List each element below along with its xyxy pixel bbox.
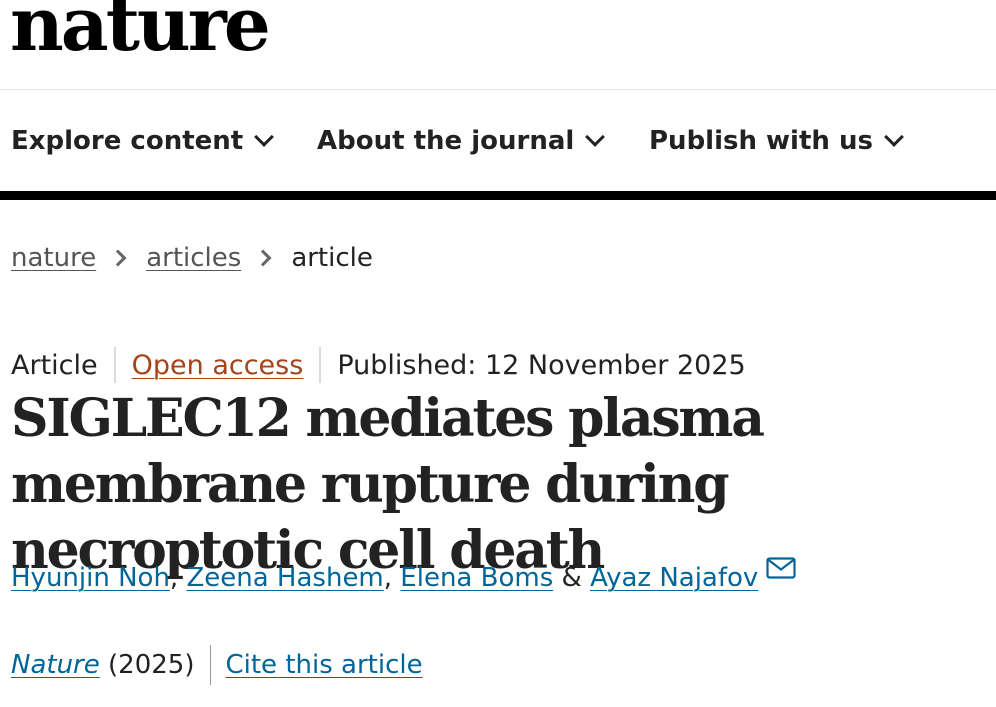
meta-divider bbox=[113, 347, 116, 383]
nav-explore-content-label: Explore content bbox=[11, 126, 244, 156]
journal-link[interactable]: Nature bbox=[11, 650, 100, 680]
article-type: Article bbox=[11, 349, 98, 381]
article-title: SIGLEC12 mediates plasma membrane ruptur… bbox=[11, 388, 765, 581]
site-header: nature bbox=[0, 0, 996, 90]
nav-about-journal[interactable]: About the journal bbox=[317, 126, 606, 156]
chevron-down-icon bbox=[585, 127, 606, 147]
author-separator: , bbox=[383, 563, 393, 593]
author-list: Hyunjin Noh , Zeena Hashem , Elena Boms … bbox=[11, 557, 796, 593]
email-icon[interactable] bbox=[766, 556, 796, 586]
author-last-separator: & bbox=[561, 563, 582, 593]
author-link[interactable]: Hyunjin Noh bbox=[11, 563, 170, 593]
article-meta: Article Open access Published: 12 Novemb… bbox=[11, 347, 746, 383]
nav-divider bbox=[0, 191, 996, 200]
open-access-link[interactable]: Open access bbox=[132, 350, 304, 381]
meta-divider bbox=[319, 347, 322, 383]
breadcrumb: nature articles article bbox=[11, 243, 373, 273]
chevron-right-icon bbox=[109, 249, 127, 267]
publication-year: (2025) bbox=[108, 650, 195, 680]
chevron-down-icon bbox=[254, 127, 275, 147]
breadcrumb-current: article bbox=[291, 243, 373, 273]
nav-publish-with-us[interactable]: Publish with us bbox=[649, 126, 904, 156]
citation-line: Nature (2025) Cite this article bbox=[11, 645, 423, 685]
author-separator: , bbox=[169, 563, 179, 593]
citation-divider bbox=[210, 645, 212, 685]
published-date: Published: 12 November 2025 bbox=[337, 349, 746, 381]
nature-logo[interactable]: nature bbox=[10, 0, 271, 62]
nav-explore-content[interactable]: Explore content bbox=[11, 126, 275, 156]
breadcrumb-articles[interactable]: articles bbox=[146, 243, 241, 273]
cite-this-article-link[interactable]: Cite this article bbox=[225, 650, 422, 680]
nav-publish-with-us-label: Publish with us bbox=[649, 126, 873, 156]
author-link-corresponding[interactable]: Ayaz Najafov bbox=[590, 563, 758, 593]
author-link[interactable]: Zeena Hashem bbox=[186, 563, 383, 593]
author-link[interactable]: Elena Boms bbox=[400, 563, 553, 593]
chevron-right-icon bbox=[254, 249, 272, 267]
main-nav: Explore content About the journal Publis… bbox=[0, 90, 996, 192]
chevron-down-icon bbox=[884, 127, 904, 147]
breadcrumb-nature[interactable]: nature bbox=[11, 243, 96, 273]
nav-about-journal-label: About the journal bbox=[317, 126, 575, 156]
